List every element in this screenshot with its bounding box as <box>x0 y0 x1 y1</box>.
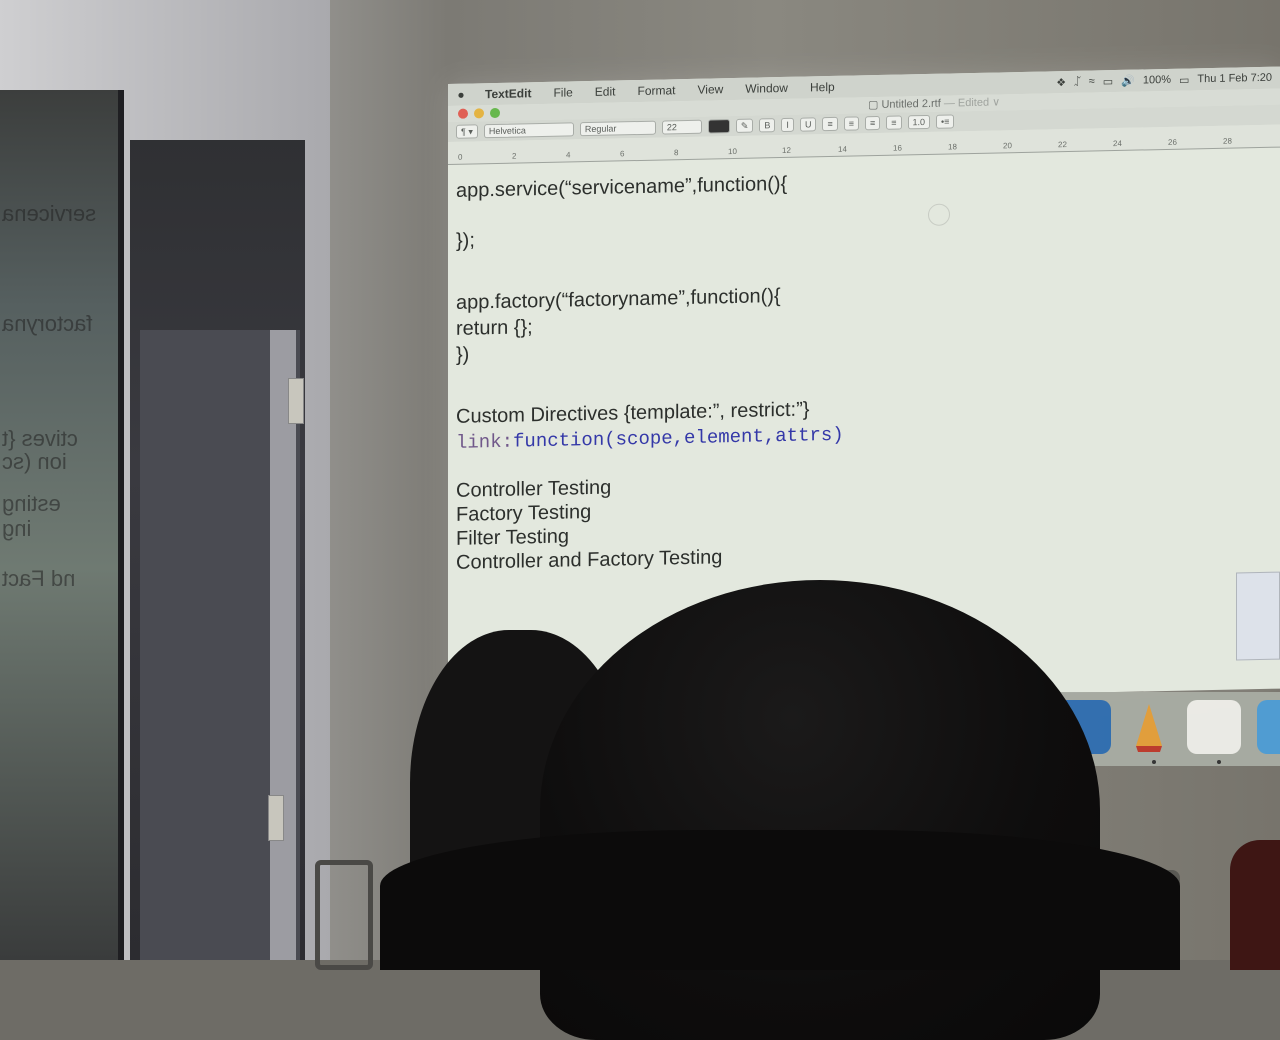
chair-back <box>315 860 373 970</box>
running-indicator <box>1217 760 1221 764</box>
reflection-text: nd Fact <box>2 566 76 591</box>
minimize-button[interactable] <box>474 108 484 119</box>
ruler-mark: 10 <box>728 146 737 157</box>
clock[interactable]: Thu 1 Feb 7:20 <box>1197 72 1272 86</box>
ruler-mark: 2 <box>512 151 517 161</box>
glass-pane: servicena factoryna ctives {t ion (sc es… <box>0 90 124 960</box>
underline-button[interactable]: U <box>799 117 817 132</box>
airplay-icon[interactable]: ▭ <box>1103 75 1113 88</box>
window-title[interactable]: ▢ Untitled 2.rtf — Edited ∨ <box>868 95 1000 111</box>
ruler-mark: 14 <box>838 144 847 154</box>
window-title-text: Untitled 2.rtf <box>881 97 941 111</box>
apple-icon[interactable]: ● <box>448 87 474 102</box>
font-family-popup[interactable]: Helvetica <box>483 122 574 139</box>
person-silhouette <box>1230 840 1280 970</box>
font-style-popup[interactable]: Regular <box>579 120 656 137</box>
status-area: ❖ ᛢ ≈ ▭ 🔊 100% ▭ Thu 1 Feb 7:20 <box>1056 71 1280 89</box>
document-icon: ▢ <box>868 98 879 112</box>
person-head-silhouette <box>540 580 1100 1040</box>
ruler-mark: 26 <box>1168 137 1177 147</box>
pencil-icon[interactable] <box>1122 700 1176 754</box>
italic-button[interactable]: I <box>781 117 794 133</box>
font-size-popup[interactable]: 22 <box>661 119 702 135</box>
menu-help[interactable]: Help <box>810 80 835 95</box>
edited-status[interactable]: — Edited ∨ <box>944 96 1000 109</box>
align-right-button[interactable]: ≡ <box>864 115 881 131</box>
paragraph-style-popup[interactable]: ¶ ▾ <box>456 124 478 139</box>
doc-line: return {}; <box>456 316 533 340</box>
align-center-button[interactable]: ≡ <box>843 116 859 131</box>
side-panel-thumbnail[interactable] <box>1236 571 1280 661</box>
ruler-mark: 0 <box>458 152 463 162</box>
document-icon[interactable] <box>1187 700 1241 754</box>
menu-window[interactable]: Window <box>745 81 788 96</box>
ruler-mark: 24 <box>1113 138 1122 149</box>
doc-line: Controller and Factory Testing <box>456 546 723 574</box>
doc-line: Controller Testing <box>456 476 612 502</box>
justify-button[interactable]: ≡ <box>886 115 902 130</box>
menu-view[interactable]: View <box>698 82 724 97</box>
menu-app[interactable]: TextEdit <box>485 86 531 101</box>
list-popup[interactable]: •≡ <box>936 114 955 129</box>
code-token: link: <box>456 430 514 454</box>
menu-format[interactable]: Format <box>637 83 675 98</box>
ruler-mark: 4 <box>566 150 571 160</box>
folder-icon[interactable] <box>1257 700 1280 754</box>
ruler-mark: 12 <box>782 145 791 156</box>
code-token: function <box>513 428 605 453</box>
ruler-mark: 18 <box>948 142 957 152</box>
reflection-text: ion (sc <box>2 449 67 474</box>
doc-line: app.factory(“factoryname”,function(){ <box>456 285 781 314</box>
bluetooth-icon[interactable]: ᛢ <box>1074 76 1081 88</box>
align-left-button[interactable]: ≡ <box>822 116 838 132</box>
volume-icon[interactable]: 🔊 <box>1121 74 1135 87</box>
bold-button[interactable]: B <box>759 118 776 133</box>
doc-line: }) <box>456 343 470 366</box>
highlight-icon[interactable]: ✎ <box>735 118 754 133</box>
code-token: (scope,element,attrs) <box>604 423 844 451</box>
menu-file[interactable]: File <box>553 85 572 99</box>
doc-line-code: link:function(scope,element,attrs) <box>456 424 844 454</box>
zoom-button[interactable] <box>490 107 500 119</box>
battery-icon[interactable]: ▭ <box>1179 73 1189 86</box>
dropbox-icon[interactable]: ❖ <box>1056 76 1066 89</box>
text-color-well[interactable] <box>707 119 730 134</box>
doc-line: Factory Testing <box>456 500 592 526</box>
mouse-pointer-icon <box>928 203 950 226</box>
ruler-mark: 6 <box>620 149 625 159</box>
doc-line: Custom Directives {template:”, restrict:… <box>456 398 810 428</box>
doc-line: app.service(“servicename”,function(){ <box>456 172 788 202</box>
wifi-icon[interactable]: ≈ <box>1089 75 1095 87</box>
reflection-text: ing <box>2 516 32 541</box>
close-button[interactable] <box>458 108 468 119</box>
line-spacing-popup[interactable]: 1.0 <box>907 114 931 130</box>
menu-edit[interactable]: Edit <box>595 84 616 98</box>
doc-line: }); <box>456 229 475 252</box>
ruler-mark: 16 <box>893 143 902 153</box>
ruler-mark: 8 <box>674 148 679 158</box>
hinge <box>268 795 284 841</box>
door-jamb <box>270 330 296 960</box>
reflection-text: servicena <box>2 201 97 226</box>
doc-line: Filter Testing <box>456 525 570 550</box>
person-shoulders <box>380 830 1180 970</box>
glass-reflection: servicena factoryna ctives {t ion (sc es… <box>0 90 118 960</box>
reflection-text: factoryna <box>2 311 93 336</box>
ruler-mark: 28 <box>1223 136 1232 146</box>
battery-percent: 100% <box>1142 73 1171 87</box>
hinge <box>288 378 304 424</box>
ruler-mark: 22 <box>1058 140 1067 150</box>
ruler-mark: 20 <box>1003 141 1012 151</box>
running-indicator <box>1152 760 1156 764</box>
